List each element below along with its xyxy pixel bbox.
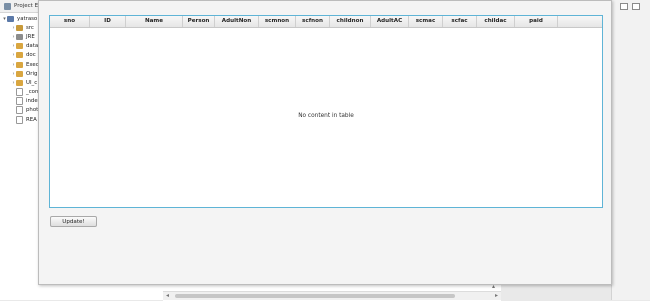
folder-icon <box>16 43 23 50</box>
minimize-icon[interactable] <box>620 3 628 10</box>
folder-icon <box>16 79 23 86</box>
table-empty-placeholder: No content in table <box>298 113 354 119</box>
tree-item-label: phot <box>26 107 39 114</box>
tree-item-label: Orig <box>26 70 38 77</box>
horizontal-scrollbar[interactable]: ◂ ▸ <box>163 291 501 300</box>
column-header-childnon[interactable]: childnon <box>330 16 371 27</box>
scrollbar-thumb[interactable] <box>175 294 455 298</box>
scroll-left-icon[interactable]: ◂ <box>166 292 169 299</box>
column-header-name[interactable]: Name <box>126 16 183 27</box>
folder-icon <box>16 61 23 68</box>
tree-item-label: data <box>26 43 39 50</box>
tree-item-label: REA <box>26 116 37 123</box>
tree-item-label: inde <box>26 98 38 105</box>
file-icon <box>16 106 23 115</box>
column-header-scmac[interactable]: scmac <box>409 16 443 27</box>
column-header-id[interactable]: ID <box>90 16 126 27</box>
update-button[interactable]: Update! <box>50 216 97 227</box>
tree-item-label: Exec <box>26 61 39 68</box>
tree-item-label: _con <box>26 89 39 96</box>
data-table[interactable]: sno ID Name Person AdultNon scmnon scfnon child… <box>49 15 603 208</box>
file-icon <box>16 115 23 124</box>
tree-item-label: yatraso <box>17 15 38 22</box>
column-header-person[interactable]: Person <box>183 16 215 27</box>
library-icon <box>16 33 23 40</box>
table-dialog: sno ID Name Person AdultNon scmnon scfnon child… <box>38 0 612 285</box>
column-header-scfnon[interactable]: scfnon <box>296 16 330 27</box>
column-header-paid[interactable]: paid <box>515 16 558 27</box>
file-icon <box>16 97 23 106</box>
tree-item-label: src <box>26 24 34 31</box>
project-explorer-icon <box>4 2 11 10</box>
table-header-row: sno ID Name Person AdultNon scmnon scfnon child… <box>50 16 602 28</box>
tree-item-label: JRE <box>26 33 35 40</box>
column-header-adultnon[interactable]: AdultNon <box>215 16 259 27</box>
file-icon <box>16 88 23 97</box>
package-folder-icon <box>16 24 23 31</box>
column-header-scfac[interactable]: scfac <box>443 16 477 27</box>
maximize-icon[interactable] <box>632 3 640 10</box>
column-header-sno[interactable]: sno <box>50 16 90 27</box>
column-header-adultac[interactable]: AdultAC <box>371 16 409 27</box>
project-icon <box>7 15 14 22</box>
folder-icon <box>16 52 23 59</box>
tree-item-label: UI_c <box>26 79 38 86</box>
column-header-childac[interactable]: childac <box>477 16 515 27</box>
tree-item-label: doc <box>26 52 36 59</box>
column-header-scmnon[interactable]: scmnon <box>259 16 296 27</box>
ide-right-toolbar <box>611 0 650 300</box>
folder-icon <box>16 70 23 77</box>
scroll-right-icon[interactable]: ▸ <box>495 292 498 299</box>
